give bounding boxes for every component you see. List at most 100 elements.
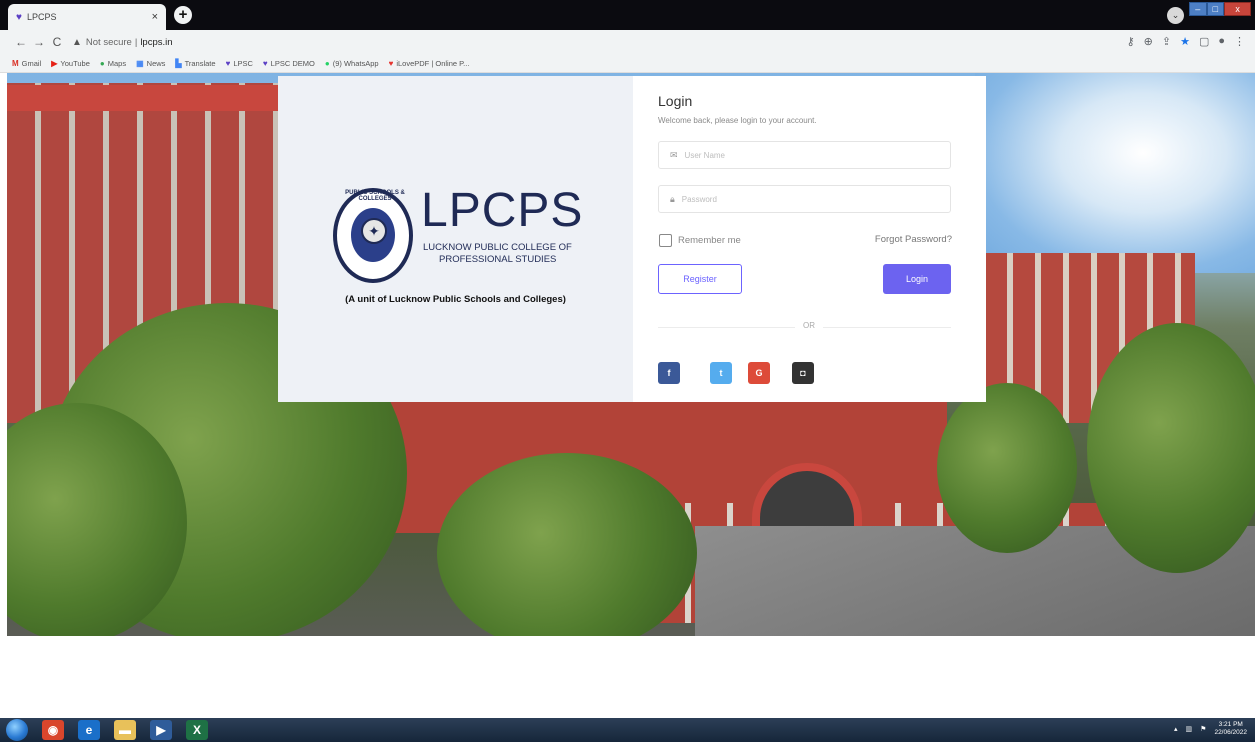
windows-taskbar: ◉ e ▬ ▶ X ▴ ▥ ⚑ 3:21 PM 22/06/2022 [0, 718, 1255, 742]
username-field[interactable]: ✉ [658, 141, 951, 169]
lock-icon: 🔒︎ [670, 193, 675, 204]
login-form: Login Welcome back, please login to your… [633, 76, 986, 402]
toolbar-right: ⚷ ⊕ ⇪ ★ ▢ ● ⋮ [1127, 35, 1245, 48]
share-icon[interactable]: ⇪ [1162, 35, 1171, 48]
login-title: Login [658, 93, 693, 109]
explorer-taskbar-icon[interactable]: ▬ [114, 720, 136, 740]
whatsapp-icon: ● [324, 58, 330, 68]
ilovepdf-icon: ♥ [388, 58, 394, 68]
maps-icon: ● [99, 58, 105, 68]
bookmark-star-icon[interactable]: ★ [1180, 35, 1190, 48]
bookmark-item[interactable]: ▦ News [136, 59, 165, 68]
bookmark-label: iLovePDF | Online P... [396, 58, 470, 68]
compass-star-icon: ✦ [361, 218, 387, 244]
remember-label: Remember me [678, 235, 741, 246]
excel-taskbar-icon[interactable]: X [186, 720, 208, 740]
start-button[interactable] [6, 719, 28, 741]
gmail-icon: M [12, 58, 19, 68]
bookmark-label: (9) WhatsApp [332, 58, 379, 68]
browser-toolbar: ← → C ▲ Not secure | lpcps.in ⚷ ⊕ ⇪ ★ ▢ … [0, 30, 1255, 54]
bookmark-item[interactable]: ♥ LPSC [226, 59, 253, 68]
translate-icon: ▙ [175, 58, 182, 68]
brand-subtitle-line2: PROFESSIONAL STUDIES [439, 254, 557, 265]
facebook-icon: f [667, 368, 671, 378]
bookmark-item[interactable]: ▶ YouTube [51, 59, 90, 68]
bookmark-item[interactable]: ♥ LPSC DEMO [263, 59, 315, 68]
account-icon[interactable]: ● [1218, 35, 1225, 48]
reload-icon[interactable]: C [48, 35, 66, 49]
login-button[interactable]: Login [883, 264, 951, 294]
page-footer-area [7, 636, 1255, 718]
lpsc-favicon-icon: ♥ [16, 11, 22, 23]
extension-icon[interactable]: ▢ [1199, 35, 1209, 48]
password-field[interactable]: 🔒︎ [658, 185, 951, 213]
browser-titlebar: ♥ LPCPS × + ⌄ – □ x [0, 0, 1255, 30]
remember-checkbox[interactable] [659, 234, 672, 247]
key-icon[interactable]: ⚷ [1127, 35, 1135, 48]
bookmarks-bar: M Gmail ▶ YouTube ● Maps ▦ News ▙ Translate ♥ LPSC ♥… [0, 54, 1255, 73]
new-tab-button[interactable]: + [174, 6, 192, 24]
google-icon: G [755, 368, 763, 378]
flag-icon[interactable]: ⚑ [1200, 725, 1206, 733]
tab-close-icon[interactable]: × [152, 11, 158, 23]
profile-icon[interactable]: ⌄ [1167, 7, 1184, 24]
url-text: lpcps.in [140, 36, 173, 48]
bookmark-label: LPSC DEMO [270, 58, 315, 68]
bookmark-label: LPSC [233, 58, 253, 68]
maximize-button[interactable]: □ [1206, 2, 1225, 16]
bookmark-label: Gmail [21, 58, 42, 68]
brand-subtitle-line1: LUCKNOW PUBLIC COLLEGE OF [423, 242, 572, 253]
browser-tab[interactable]: ♥ LPCPS × [8, 4, 166, 30]
minimize-button[interactable]: – [1189, 2, 1207, 16]
twitter-login-button[interactable]: t [710, 362, 732, 384]
register-button[interactable]: Register [658, 264, 742, 294]
password-input[interactable] [681, 194, 932, 204]
media-taskbar-icon[interactable]: ▶ [150, 720, 172, 740]
github-icon: ◘ [800, 368, 806, 378]
warning-icon: ▲ [72, 36, 82, 48]
google-login-button[interactable]: G [748, 362, 770, 384]
lpsc-icon: ♥ [262, 58, 268, 68]
forgot-password-link[interactable]: Forgot Password? [875, 234, 952, 245]
mail-icon: ✉ [670, 149, 678, 160]
github-login-button[interactable]: ◘ [792, 362, 814, 384]
bookmark-label: YouTube [60, 58, 90, 68]
tab-title: LPCPS [26, 12, 57, 22]
remember-me[interactable]: Remember me [659, 234, 741, 247]
clock[interactable]: 3:21 PM 22/06/2022 [1214, 721, 1247, 737]
bookmark-item[interactable]: ▙ Translate [175, 59, 215, 68]
twitter-icon: t [719, 368, 723, 378]
username-input[interactable] [684, 150, 935, 160]
bookmark-label: News [146, 58, 166, 68]
login-subtitle: Welcome back, please login to your accou… [658, 116, 817, 125]
bookmark-item[interactable]: ♥ iLovePDF | Online P... [389, 59, 470, 68]
back-arrow-icon[interactable]: ← [12, 35, 30, 49]
chrome-taskbar-icon[interactable]: ◉ [42, 720, 64, 740]
news-icon: ▦ [136, 58, 144, 68]
zoom-icon[interactable]: ⊕ [1144, 35, 1153, 48]
system-tray: ▴ ▥ ⚑ 3:21 PM 22/06/2022 [1174, 721, 1247, 737]
taskbar-apps: ◉ e ▬ ▶ X [42, 720, 208, 740]
or-label: OR [795, 321, 823, 330]
brand-name: LPCPS [421, 184, 584, 237]
facebook-login-button[interactable]: f [658, 362, 680, 384]
brand-panel: PUBLIC SCHOOLS & COLLEGES ✦ LPCPS LUCKNO… [278, 76, 633, 402]
screen: ♥ LPCPS × + ⌄ – □ x ← → C ▲ Not secure |… [0, 0, 1255, 742]
bookmark-item[interactable]: ● (9) WhatsApp [325, 59, 379, 68]
brand-tagline: (A unit of Lucknow Public Schools and Co… [345, 294, 566, 305]
network-icon[interactable]: ▥ [1186, 725, 1193, 733]
address-separator: | [134, 36, 138, 48]
address-bar[interactable]: ▲ Not secure | lpcps.in [72, 37, 173, 48]
bookmark-item[interactable]: ● Maps [100, 59, 126, 68]
forward-arrow-icon[interactable]: → [30, 35, 48, 49]
ie-taskbar-icon[interactable]: e [78, 720, 100, 740]
menu-icon[interactable]: ⋮ [1234, 35, 1245, 48]
lpsc-icon: ♥ [225, 58, 231, 68]
not-secure-label: Not secure [85, 36, 132, 48]
bookmark-label: Translate [184, 58, 216, 68]
bookmark-label: Maps [107, 58, 127, 68]
tray-arrow-icon[interactable]: ▴ [1174, 725, 1178, 733]
close-window-button[interactable]: x [1224, 2, 1252, 16]
login-card: PUBLIC SCHOOLS & COLLEGES ✦ LPCPS LUCKNO… [278, 76, 986, 402]
bookmark-item[interactable]: M Gmail [12, 59, 41, 68]
